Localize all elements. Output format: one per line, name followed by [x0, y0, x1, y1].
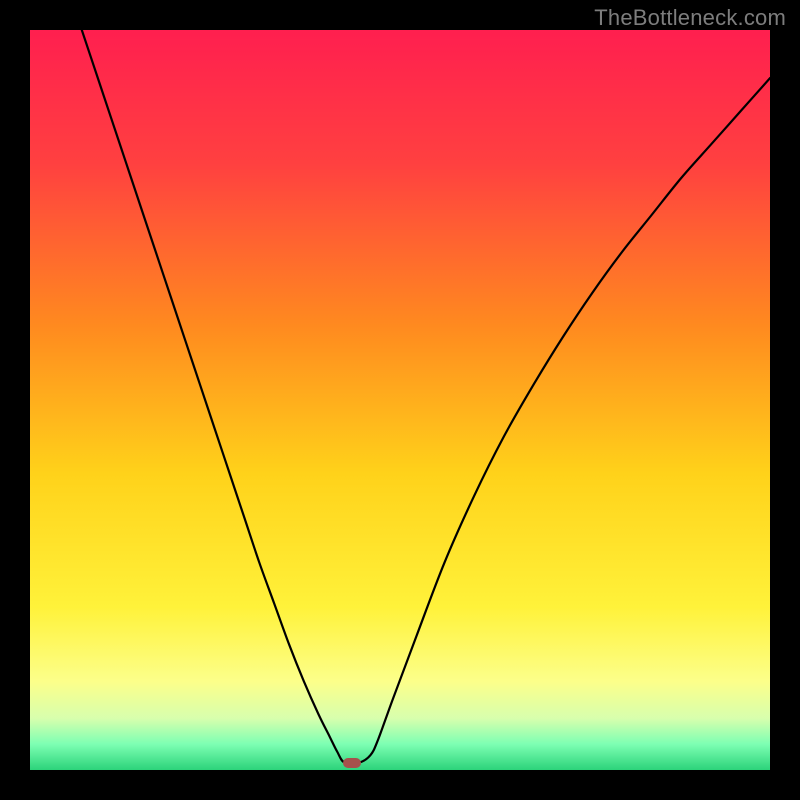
outer-frame: TheBottleneck.com: [0, 0, 800, 800]
optimum-marker: [343, 758, 361, 768]
watermark-text: TheBottleneck.com: [594, 5, 786, 31]
background-gradient: [30, 30, 770, 770]
plot-area: [30, 30, 770, 770]
